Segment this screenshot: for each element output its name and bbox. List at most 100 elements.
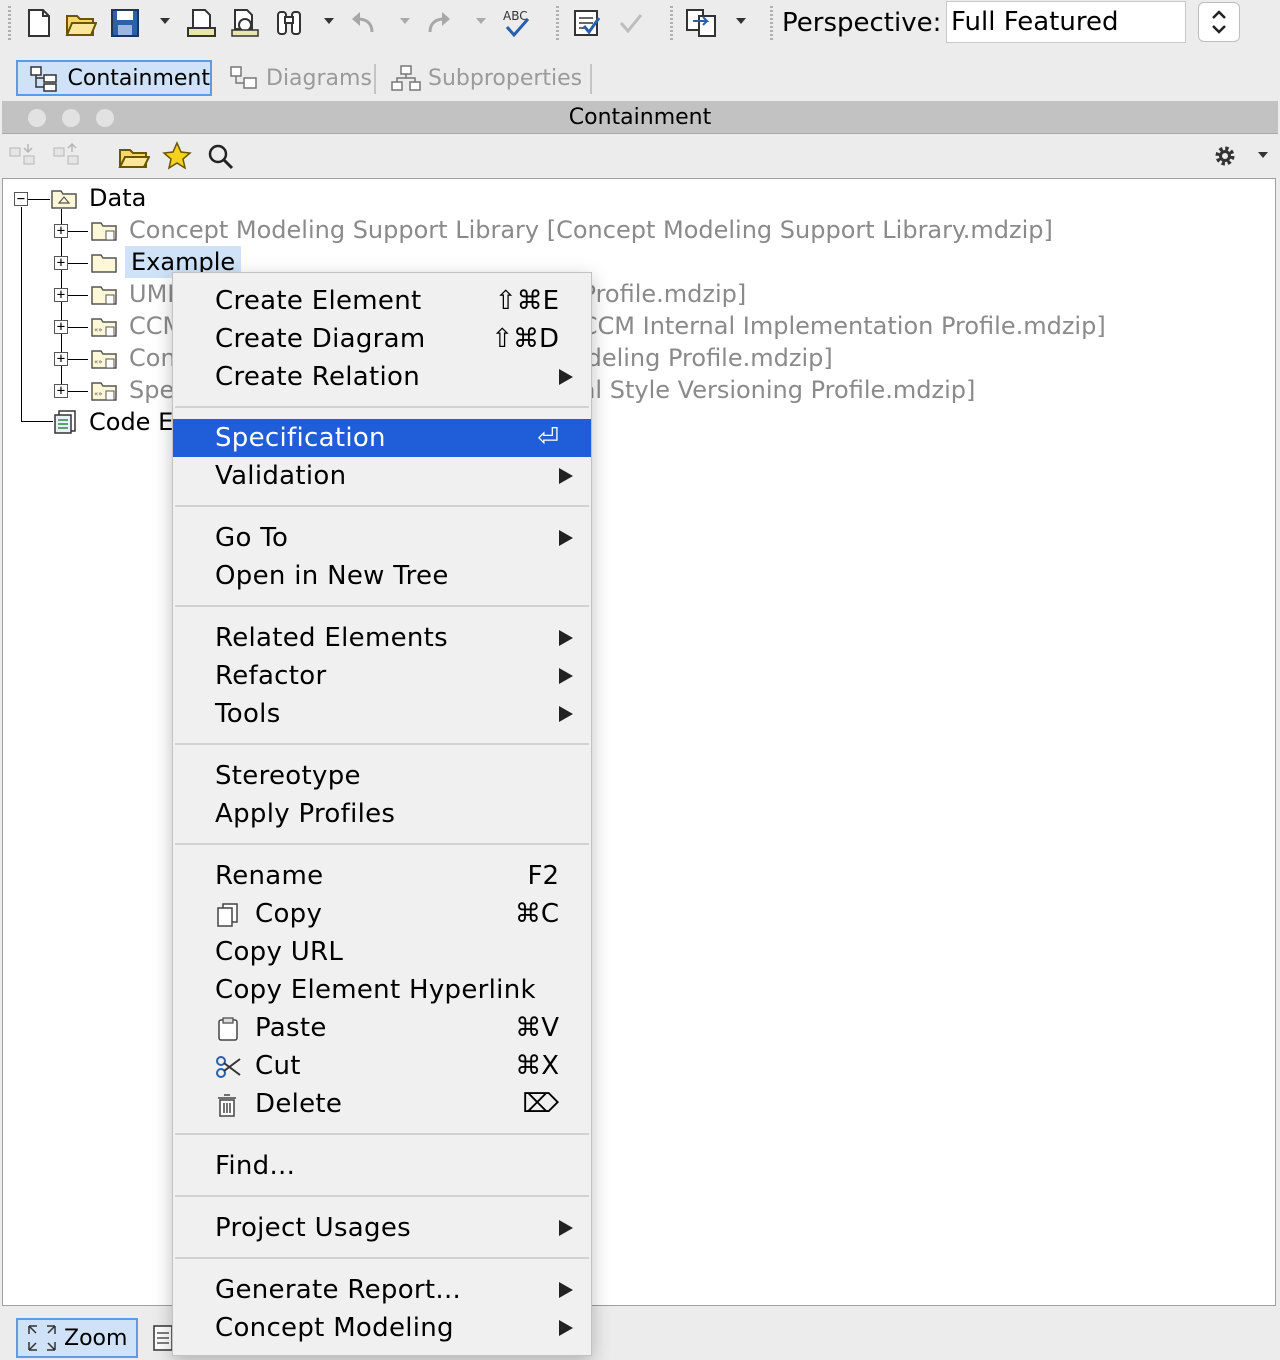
tab-containment-label: Containment: [67, 65, 210, 91]
package-folder-icon: [51, 190, 77, 209]
menu-tools[interactable]: Tools: [173, 695, 591, 733]
menu-find[interactable]: Find...: [173, 1147, 591, 1185]
menu-go-to[interactable]: Go To: [173, 519, 591, 557]
open-folder-icon[interactable]: [118, 142, 151, 174]
menu-delete[interactable]: Delete ⌦: [173, 1085, 591, 1123]
shortcut: ⌘X: [515, 1051, 559, 1081]
compare-icon[interactable]: [684, 6, 718, 40]
panel-options-dropdown-icon[interactable]: [1258, 152, 1268, 158]
shortcut: ⇧⌘D: [491, 324, 559, 354]
expand-toggle[interactable]: +: [54, 384, 68, 398]
shortcut: F2: [527, 861, 560, 891]
new-file-icon[interactable]: [22, 6, 56, 40]
tree-root-label[interactable]: Data: [89, 182, 146, 214]
svg-text:«»: «»: [94, 358, 103, 366]
menu-related-elements[interactable]: Related Elements: [173, 619, 591, 657]
redo-dropdown-icon[interactable]: [476, 18, 486, 24]
containment-tree-icon: [30, 66, 57, 92]
menu-copy-element-hyperlink[interactable]: Copy Element Hyperlink: [173, 971, 591, 1009]
menu-separator: [175, 1133, 589, 1135]
star-icon[interactable]: [162, 141, 192, 175]
browser-tabs: Containment Diagrams Subproperties: [0, 56, 1280, 100]
open-folder-icon[interactable]: [64, 6, 98, 40]
tab-zoom-label: Zoom: [64, 1325, 128, 1351]
shortcut: ⌘V: [515, 1013, 559, 1043]
menu-rename[interactable]: Rename F2: [173, 857, 591, 895]
tab-subproperties[interactable]: Subproperties: [390, 60, 582, 96]
menu-validation[interactable]: Validation: [173, 457, 591, 495]
diagrams-icon: [230, 66, 257, 89]
menu-open-in-new-tree[interactable]: Open in New Tree: [173, 557, 591, 595]
tree-line: [68, 359, 88, 360]
menu-create-relation[interactable]: Create Relation: [173, 358, 591, 396]
menu-copy-url[interactable]: Copy URL: [173, 933, 591, 971]
document-icon[interactable]: [152, 1324, 174, 1352]
save-icon[interactable]: [108, 6, 142, 40]
toolbar-grip: [8, 6, 11, 40]
tree-item-label[interactable]: Concept Modeling Support Library [Concep…: [129, 214, 1053, 246]
submenu-arrow-icon: [559, 706, 573, 722]
tab-containment[interactable]: Containment: [16, 60, 212, 96]
expand-toggle[interactable]: +: [54, 288, 68, 302]
menu-concept-modeling[interactable]: Concept Modeling: [173, 1309, 591, 1347]
expand-icon[interactable]: [52, 142, 82, 174]
menu-refactor[interactable]: Refactor: [173, 657, 591, 695]
menu-create-element[interactable]: Create Element ⇧⌘E: [173, 282, 591, 320]
subproperties-icon: [391, 65, 421, 91]
collapse-icon[interactable]: [8, 142, 38, 174]
print-icon[interactable]: [184, 6, 218, 40]
tab-divider: [590, 64, 592, 94]
folder-icon: [91, 222, 117, 241]
find-dropdown-icon[interactable]: [324, 18, 334, 24]
svg-text:ABC: ABC: [503, 9, 528, 23]
menu-stereotype[interactable]: Stereotype: [173, 757, 591, 795]
tab-diagrams[interactable]: Diagrams: [228, 60, 372, 96]
tree-line: [28, 199, 50, 200]
shortcut: ⇧⌘E: [494, 286, 559, 316]
undo-icon[interactable]: [346, 6, 380, 40]
gear-icon[interactable]: [1210, 142, 1240, 174]
submenu-arrow-icon: [559, 1320, 573, 1336]
svg-text:«»: «»: [94, 390, 103, 398]
menu-generate-report[interactable]: Generate Report...: [173, 1271, 591, 1309]
scissors-icon: [216, 1056, 241, 1078]
tab-diagrams-label: Diagrams: [266, 65, 372, 91]
tab-divider: [374, 64, 376, 94]
perspective-select[interactable]: Full Featured: [946, 1, 1186, 43]
expand-toggle[interactable]: +: [54, 352, 68, 366]
main-toolbar: ABC Perspective: Full Featured: [0, 0, 1280, 48]
folder-icon: [91, 254, 117, 273]
expand-toggle[interactable]: +: [54, 224, 68, 238]
save-dropdown-icon[interactable]: [160, 18, 170, 24]
submenu-arrow-icon: [559, 468, 573, 484]
undo-dropdown-icon[interactable]: [400, 18, 410, 24]
spell-check-icon[interactable]: ABC: [500, 6, 534, 40]
print-preview-icon[interactable]: [228, 6, 262, 40]
toolbar-separator: [556, 6, 559, 40]
toolbar-separator: [770, 6, 773, 40]
tree-line: [68, 231, 88, 232]
tab-zoom[interactable]: Zoom: [16, 1318, 138, 1358]
expand-toggle[interactable]: +: [54, 256, 68, 270]
binoculars-icon[interactable]: [272, 6, 306, 40]
menu-apply-profiles[interactable]: Apply Profiles: [173, 795, 591, 833]
profile-folder-icon: «»: [91, 318, 117, 337]
menu-specification[interactable]: Specification ⏎: [173, 419, 591, 457]
menu-cut[interactable]: Cut ⌘X: [173, 1047, 591, 1085]
tab-subproperties-label: Subproperties: [428, 65, 583, 91]
checkmark-icon[interactable]: [614, 6, 648, 40]
menu-separator: [175, 743, 589, 745]
code-engineering-icon: [54, 410, 76, 434]
expand-toggle[interactable]: +: [54, 320, 68, 334]
menu-paste[interactable]: Paste ⌘V: [173, 1009, 591, 1047]
redo-icon[interactable]: [422, 6, 456, 40]
menu-project-usages[interactable]: Project Usages: [173, 1209, 591, 1247]
menu-create-diagram[interactable]: Create Diagram ⇧⌘D: [173, 320, 591, 358]
perspective-stepper[interactable]: [1198, 2, 1240, 42]
validate-icon[interactable]: [570, 6, 604, 40]
menu-copy[interactable]: Copy ⌘C: [173, 895, 591, 933]
collapse-toggle[interactable]: −: [14, 192, 28, 206]
menu-separator: [175, 1195, 589, 1197]
search-icon[interactable]: [206, 142, 236, 174]
compare-dropdown-icon[interactable]: [736, 18, 746, 24]
